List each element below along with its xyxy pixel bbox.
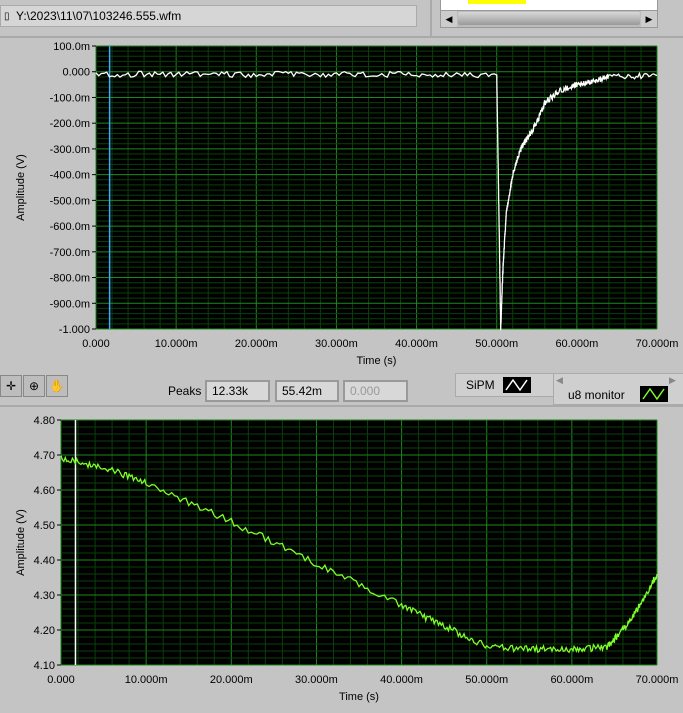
y-tick-label: 4.50 [34, 520, 55, 532]
scroll-left-icon[interactable]: ◀ [441, 11, 457, 27]
x-tick-label: 70.000m [636, 338, 679, 350]
scroll-thumb[interactable] [458, 12, 640, 25]
legend-scroll-left-icon[interactable]: ◀ [556, 375, 563, 386]
y-tick-label: 4.30 [34, 590, 55, 602]
line-swatch-icon [503, 377, 531, 393]
path-icon: ▯ [4, 11, 14, 22]
sipm-graph[interactable]: 100.0m 0.000 -100.0m -200.0m -300.0m -400.0m -… [0, 38, 683, 373]
y-tick-label: 0.000 [62, 67, 90, 79]
zoom-icon[interactable]: ⊕ [23, 375, 45, 397]
y-tick-label: -900.0m [50, 298, 90, 310]
y-tick-label: 4.10 [34, 660, 55, 672]
u8-monitor-graph[interactable]: 4.80 4.70 4.60 4.50 4.40 4.30 4.20 4.10 0.000 10.… [0, 407, 683, 713]
hand-icon[interactable]: ✋ [46, 375, 68, 397]
x-tick-label: 10.000m [155, 338, 198, 350]
y-tick-label: -100.0m [50, 92, 90, 104]
x-tick-label: 20.000m [210, 674, 253, 686]
line-swatch-icon [640, 386, 668, 402]
plot-area [61, 420, 657, 665]
plot-legend-u8[interactable]: ◀ ▶ u8 monitor [553, 373, 683, 405]
y-tick-label: -500.0m [50, 195, 90, 207]
peaks-label: Peaks [168, 384, 201, 398]
x-tick-label: 50.000m [475, 338, 518, 350]
plot-legend-sipm[interactable]: SiPM [455, 373, 555, 397]
x-tick-label: 70.000m [636, 674, 679, 686]
file-path-field[interactable]: ▯ Y:\2023\11\07\103246.555.wfm [0, 5, 417, 27]
x-tick-label: 0.000 [47, 674, 75, 686]
y-tick-label: -700.0m [50, 247, 90, 259]
y-tick-label: -800.0m [50, 273, 90, 285]
x-tick-label: 60.000m [555, 338, 598, 350]
x-tick-label: 30.000m [315, 338, 358, 350]
y-tick-label: -200.0m [50, 118, 90, 130]
y-tick-label: -600.0m [50, 221, 90, 233]
y-tick-label: -1.000 [59, 324, 90, 336]
y-tick-label: 100.0m [53, 41, 90, 53]
y-tick-label: -300.0m [50, 144, 90, 156]
table-highlight-cell [468, 0, 526, 4]
x-tick-label: 10.000m [125, 674, 168, 686]
cursor-move-icon[interactable]: ✛ [0, 375, 22, 397]
x-tick-label: 40.000m [395, 338, 438, 350]
divider [430, 0, 432, 36]
x-tick-label: 0.000 [82, 338, 110, 350]
y-tick-label: 4.20 [34, 625, 55, 637]
y-tick-label: 4.40 [34, 555, 55, 567]
x-axis-label: Time (s) [339, 691, 379, 703]
plot-area [96, 46, 657, 329]
y-axis-label: Amplitude (V) [15, 154, 27, 221]
x-tick-label: 50.000m [465, 674, 508, 686]
y-axis-label: Amplitude (V) [15, 509, 27, 576]
legend-scroll-right-icon[interactable]: ▶ [669, 375, 676, 386]
peaks-value-1[interactable]: 12.33k [205, 380, 270, 402]
y-tick-label: -400.0m [50, 170, 90, 182]
y-tick-label: 4.70 [34, 450, 55, 462]
legend-label-u8: u8 monitor [568, 388, 625, 402]
x-axis-label: Time (s) [357, 355, 397, 367]
scroll-right-icon[interactable]: ▶ [641, 11, 657, 27]
y-tick-label: 4.80 [34, 415, 55, 427]
x-tick-label: 60.000m [550, 674, 593, 686]
x-tick-label: 30.000m [295, 674, 338, 686]
y-tick-label: 4.60 [34, 485, 55, 497]
legend-label-sipm: SiPM [466, 378, 495, 392]
table-horizontal-scrollbar[interactable]: ◀ ▶ [440, 10, 658, 28]
peaks-value-2[interactable]: 55.42m [275, 380, 339, 402]
peaks-value-3: 0.000 [343, 380, 408, 402]
x-tick-label: 40.000m [380, 674, 423, 686]
graph-palette: ✛ ⊕ ✋ [0, 375, 68, 395]
x-tick-label: 20.000m [235, 338, 278, 350]
file-path-text: Y:\2023\11\07\103246.555.wfm [16, 9, 181, 23]
